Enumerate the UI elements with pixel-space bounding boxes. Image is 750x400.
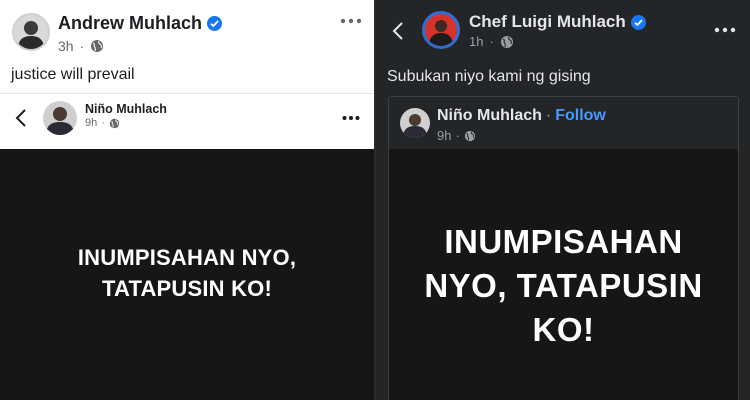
dot-separator: · bbox=[489, 34, 494, 49]
more-options-icon[interactable] bbox=[342, 114, 360, 122]
post-text: Subukan niyo kami ng gising bbox=[387, 68, 591, 85]
verified-badge-icon bbox=[630, 14, 646, 30]
globe-icon bbox=[109, 118, 120, 128]
headline-line: INUMPISAHAN NYO, bbox=[77, 245, 297, 270]
shared-author-avatar[interactable] bbox=[400, 108, 430, 138]
shared-author-avatar[interactable] bbox=[43, 101, 77, 135]
back-arrow-icon[interactable] bbox=[14, 108, 28, 128]
headline-line: TATAPUSIN KO! bbox=[101, 276, 273, 301]
dot-separator: · bbox=[455, 128, 460, 143]
globe-icon bbox=[91, 40, 104, 52]
dot-separator: · bbox=[79, 38, 85, 54]
right-screenshot: Chef Luigi Muhlach 1h · Subukan niyo kam… bbox=[376, 0, 750, 400]
author-name[interactable]: Chef Luigi Muhlach bbox=[469, 12, 626, 32]
post-header-area: Andrew Muhlach 3h · justice will prevail bbox=[0, 0, 374, 149]
avatar-person-icon bbox=[18, 21, 44, 49]
dot-separator: · bbox=[545, 107, 552, 124]
post-time[interactable]: 1h bbox=[469, 34, 483, 49]
shared-post-meta: 9h · bbox=[437, 128, 476, 143]
avatar-person-icon bbox=[425, 14, 457, 46]
left-screenshot: Andrew Muhlach 3h · justice will prevail bbox=[0, 0, 374, 400]
shared-post-card[interactable]: Niño Muhlach · Follow 9h · INUMPISAHAN N… bbox=[388, 96, 739, 400]
author-name[interactable]: Andrew Muhlach bbox=[58, 13, 202, 34]
shared-post-meta: 9h · bbox=[85, 117, 120, 129]
author-avatar[interactable] bbox=[12, 13, 50, 51]
back-arrow-icon[interactable] bbox=[392, 21, 404, 41]
shared-author-row: Niño Muhlach · Follow bbox=[437, 107, 606, 125]
avatar-person-icon bbox=[46, 107, 74, 135]
post-text: justice will prevail bbox=[11, 66, 135, 83]
more-options-icon[interactable] bbox=[714, 26, 736, 34]
shared-author-name[interactable]: Niño Muhlach bbox=[85, 102, 167, 116]
avatar-person-icon bbox=[403, 114, 427, 138]
author-avatar[interactable] bbox=[422, 11, 460, 49]
author-name-row: Chef Luigi Muhlach bbox=[469, 12, 646, 32]
post-meta: 1h · bbox=[469, 34, 514, 49]
shared-image-text: INUMPISAHAN NYO, TATAPUSIN KO! bbox=[389, 220, 738, 352]
globe-icon bbox=[464, 130, 475, 141]
headline-line: NYO, TATAPUSIN bbox=[424, 267, 703, 304]
shared-image-text: INUMPISAHAN NYO, TATAPUSIN KO! bbox=[0, 242, 374, 304]
verified-badge-icon bbox=[207, 16, 223, 31]
shared-post-header: Niño Muhlach · Follow 9h · bbox=[389, 97, 738, 149]
shared-post-time[interactable]: 9h bbox=[437, 128, 451, 143]
post-meta: 3h · bbox=[58, 38, 104, 54]
follow-button[interactable]: Follow bbox=[555, 107, 606, 125]
dot-separator: · bbox=[101, 117, 105, 129]
shared-post-header: Niño Muhlach 9h · bbox=[0, 93, 374, 149]
headline-line: KO! bbox=[532, 311, 595, 348]
post-time[interactable]: 3h bbox=[58, 38, 74, 54]
globe-icon bbox=[500, 35, 513, 48]
more-options-icon[interactable] bbox=[340, 16, 362, 26]
shared-post-time[interactable]: 9h bbox=[85, 117, 97, 129]
shared-author-name[interactable]: Niño Muhlach bbox=[437, 107, 542, 125]
headline-line: INUMPISAHAN bbox=[444, 223, 683, 260]
author-name-row: Andrew Muhlach bbox=[58, 13, 223, 34]
